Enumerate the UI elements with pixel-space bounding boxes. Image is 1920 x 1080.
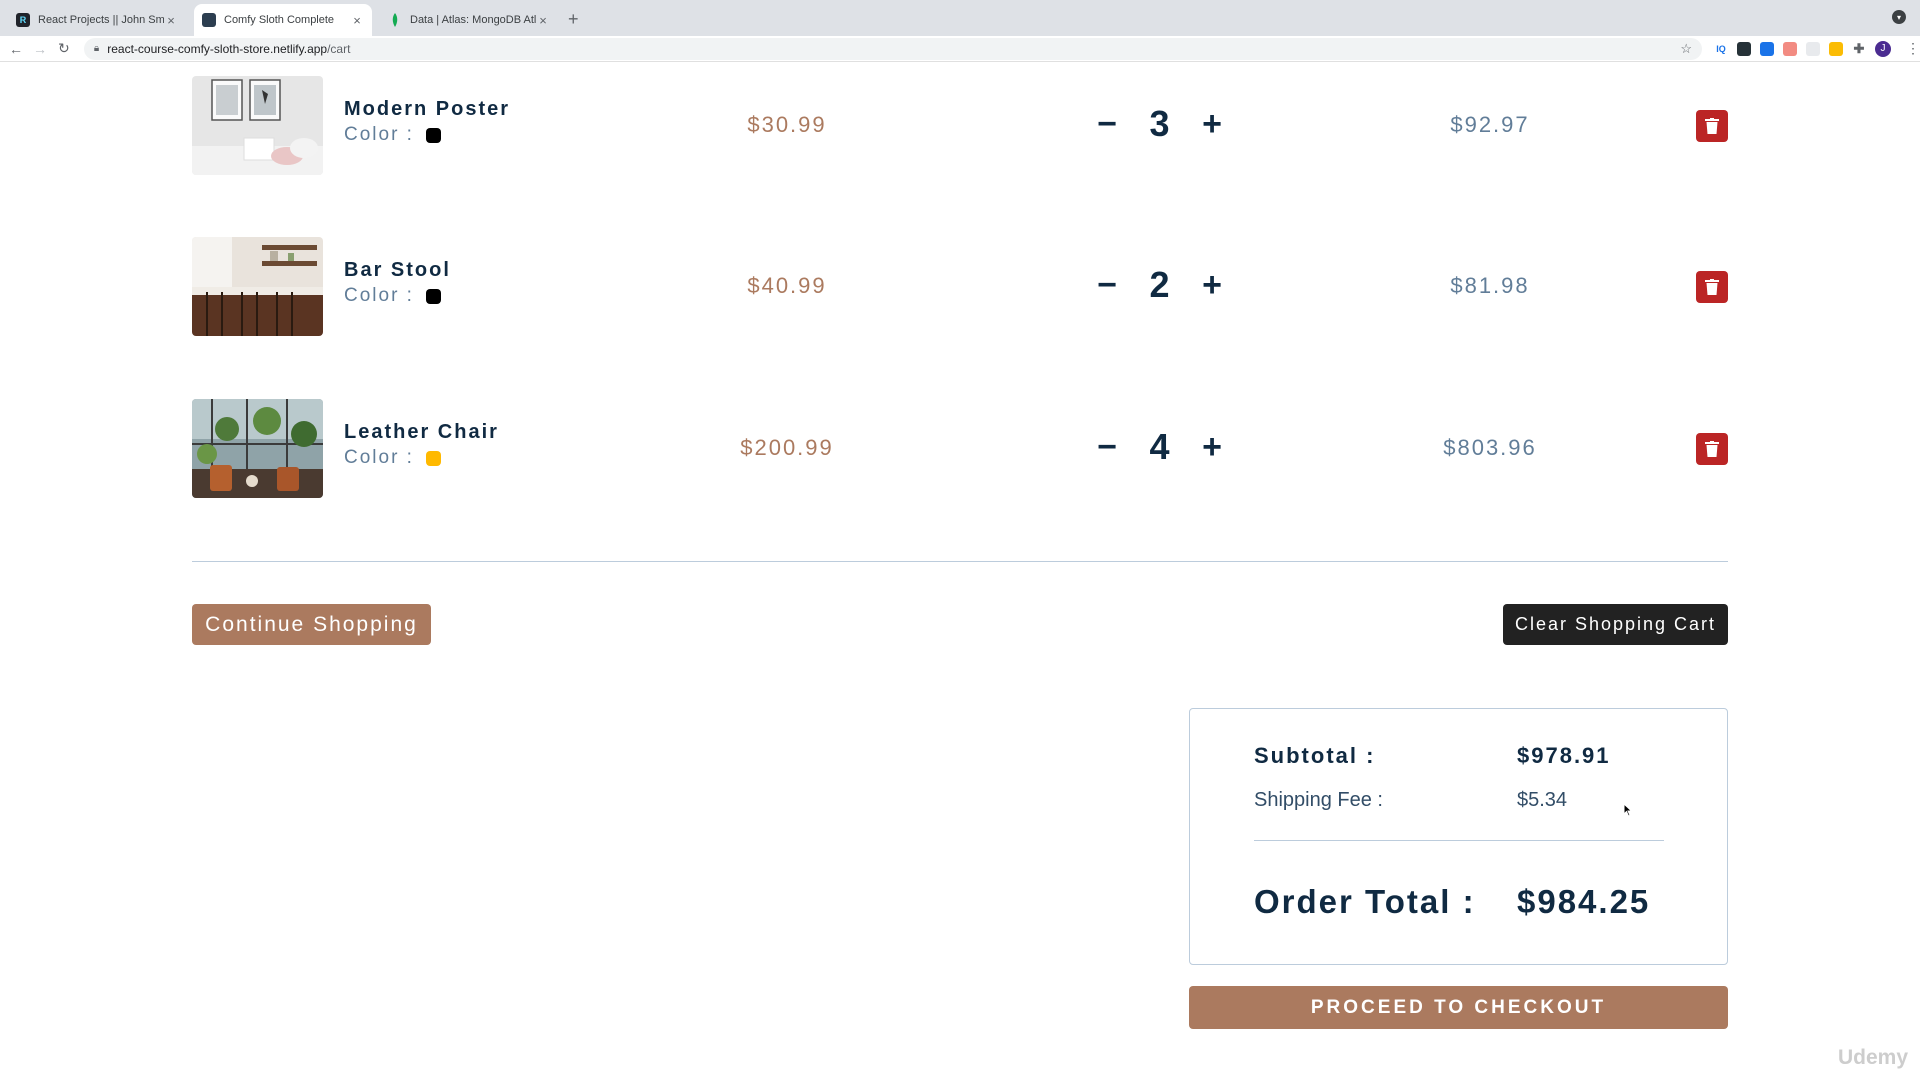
- tab-title: Data | Atlas: MongoDB Atlas: [410, 14, 536, 26]
- tab-title: Comfy Sloth Complete: [224, 14, 335, 26]
- color-swatch: [425, 127, 441, 143]
- increase-button[interactable]: +: [1197, 107, 1227, 141]
- address-bar[interactable]: 🔒︎ react-course-comfy-sloth-store.netlif…: [83, 37, 1702, 60]
- product-color: Color :: [344, 285, 441, 307]
- color-swatch: [425, 288, 441, 304]
- close-icon[interactable]: ×: [164, 13, 178, 28]
- order-total-value: $984.25: [1517, 883, 1651, 920]
- extension-iq-icon[interactable]: IQ: [1714, 42, 1728, 56]
- trash-icon: [1705, 279, 1719, 295]
- cart-page: Modern Poster Color : $30.99 − 3 + $92.9…: [0, 62, 1920, 1080]
- extension-pen-icon[interactable]: [1760, 41, 1774, 56]
- color-swatch: [425, 450, 441, 466]
- tab-title: React Projects || John Smilga: [38, 14, 164, 26]
- remove-item-button[interactable]: [1696, 271, 1728, 303]
- product-color: Color :: [344, 447, 441, 469]
- product-price: $40.99: [747, 273, 827, 298]
- cart-divider: [192, 561, 1728, 562]
- bookmark-star-icon[interactable]: ☆: [1680, 41, 1692, 57]
- color-label: Color :: [344, 124, 414, 145]
- cart-item: Modern Poster Color : $30.99 − 3 + $92.9…: [192, 76, 1728, 176]
- decrease-button[interactable]: −: [1092, 268, 1122, 302]
- mouse-cursor-icon: [1623, 803, 1633, 817]
- quantity-stepper: − 4 +: [1092, 425, 1227, 469]
- reload-icon[interactable]: ↻: [52, 40, 76, 57]
- shipping-fee-value: $5.34: [1517, 789, 1568, 811]
- product-name: Bar Stool: [344, 259, 451, 281]
- cart-totals: Subtotal : $978.91 Shipping Fee : $5.34 …: [1189, 708, 1728, 965]
- trash-icon: [1705, 118, 1719, 134]
- extension-feather-icon[interactable]: [1806, 41, 1820, 56]
- browser-tab-active[interactable]: Comfy Sloth Complete ×: [194, 4, 372, 36]
- new-tab-button[interactable]: +: [568, 9, 579, 30]
- item-subtotal: $81.98: [1450, 273, 1530, 298]
- browser-toolbar: ← → ↻ 🔒︎ react-course-comfy-sloth-store.…: [0, 36, 1920, 62]
- tab-search-icon[interactable]: ▾: [1892, 10, 1906, 24]
- remove-item-button[interactable]: [1696, 433, 1728, 465]
- browser-tab[interactable]: R React Projects || John Smilga ×: [8, 4, 186, 36]
- puzzle-extensions-icon[interactable]: ✚: [1852, 41, 1866, 56]
- close-icon[interactable]: ×: [536, 13, 550, 28]
- item-subtotal: $92.97: [1450, 112, 1530, 137]
- back-arrow-icon[interactable]: ←: [4, 41, 28, 57]
- subtotal-label: Subtotal :: [1254, 743, 1376, 768]
- quantity-value: 2: [1149, 264, 1170, 305]
- quantity-stepper: − 2 +: [1092, 263, 1227, 307]
- continue-shopping-button[interactable]: Continue Shopping: [192, 604, 431, 645]
- react-favicon-icon: R: [16, 13, 30, 27]
- remove-item-button[interactable]: [1696, 110, 1728, 142]
- lock-icon: 🔒︎: [93, 43, 100, 54]
- browser-menu-icon[interactable]: ⋮: [1906, 40, 1920, 57]
- product-image: [192, 237, 323, 336]
- color-label: Color :: [344, 285, 414, 306]
- browser-tab[interactable]: Data | Atlas: MongoDB Atlas ×: [380, 4, 558, 36]
- extension-drop-icon[interactable]: [1829, 41, 1843, 56]
- quantity-value: 4: [1149, 426, 1170, 467]
- product-name: Leather Chair: [344, 421, 499, 443]
- product-price: $200.99: [740, 435, 834, 460]
- order-total-label: Order Total :: [1254, 883, 1476, 920]
- item-subtotal: $803.96: [1443, 435, 1537, 460]
- close-icon[interactable]: ×: [350, 13, 364, 28]
- increase-button[interactable]: +: [1197, 268, 1227, 302]
- totals-divider: [1254, 840, 1664, 841]
- shipping-fee-label: Shipping Fee :: [1254, 789, 1383, 811]
- profile-avatar[interactable]: J: [1875, 40, 1891, 57]
- trash-icon: [1705, 441, 1719, 457]
- product-name: Modern Poster: [344, 98, 511, 120]
- color-label: Color :: [344, 447, 414, 468]
- extension-calendar-icon[interactable]: [1783, 41, 1797, 56]
- product-image: [192, 399, 323, 498]
- proceed-to-checkout-button[interactable]: PROCEED TO CHECKOUT: [1189, 986, 1728, 1029]
- forward-arrow-icon[interactable]: →: [28, 41, 52, 57]
- cart-item: Bar Stool Color : $40.99 − 2 + $81.98: [192, 237, 1728, 337]
- quantity-value: 3: [1149, 103, 1170, 144]
- decrease-button[interactable]: −: [1092, 430, 1122, 464]
- url-host: react-course-comfy-sloth-store.netlify.a…: [107, 41, 328, 56]
- url-path: /cart: [327, 41, 351, 56]
- comfy-favicon-icon: [202, 13, 216, 27]
- udemy-watermark: Udemy: [1837, 1046, 1908, 1069]
- cart-item: Leather Chair Color : $200.99 − 4 + $803…: [192, 399, 1728, 499]
- product-price: $30.99: [747, 112, 827, 137]
- browser-tabstrip: R React Projects || John Smilga × Comfy …: [0, 0, 1920, 36]
- product-color: Color :: [344, 124, 441, 146]
- quantity-stepper: − 3 +: [1092, 102, 1227, 146]
- extension-dark-icon[interactable]: [1737, 41, 1751, 56]
- decrease-button[interactable]: −: [1092, 107, 1122, 141]
- product-image: [192, 76, 323, 175]
- subtotal-value: $978.91: [1517, 743, 1611, 768]
- mongodb-leaf-icon: [388, 13, 402, 27]
- clear-cart-button[interactable]: Clear Shopping Cart: [1503, 604, 1728, 645]
- increase-button[interactable]: +: [1197, 430, 1227, 464]
